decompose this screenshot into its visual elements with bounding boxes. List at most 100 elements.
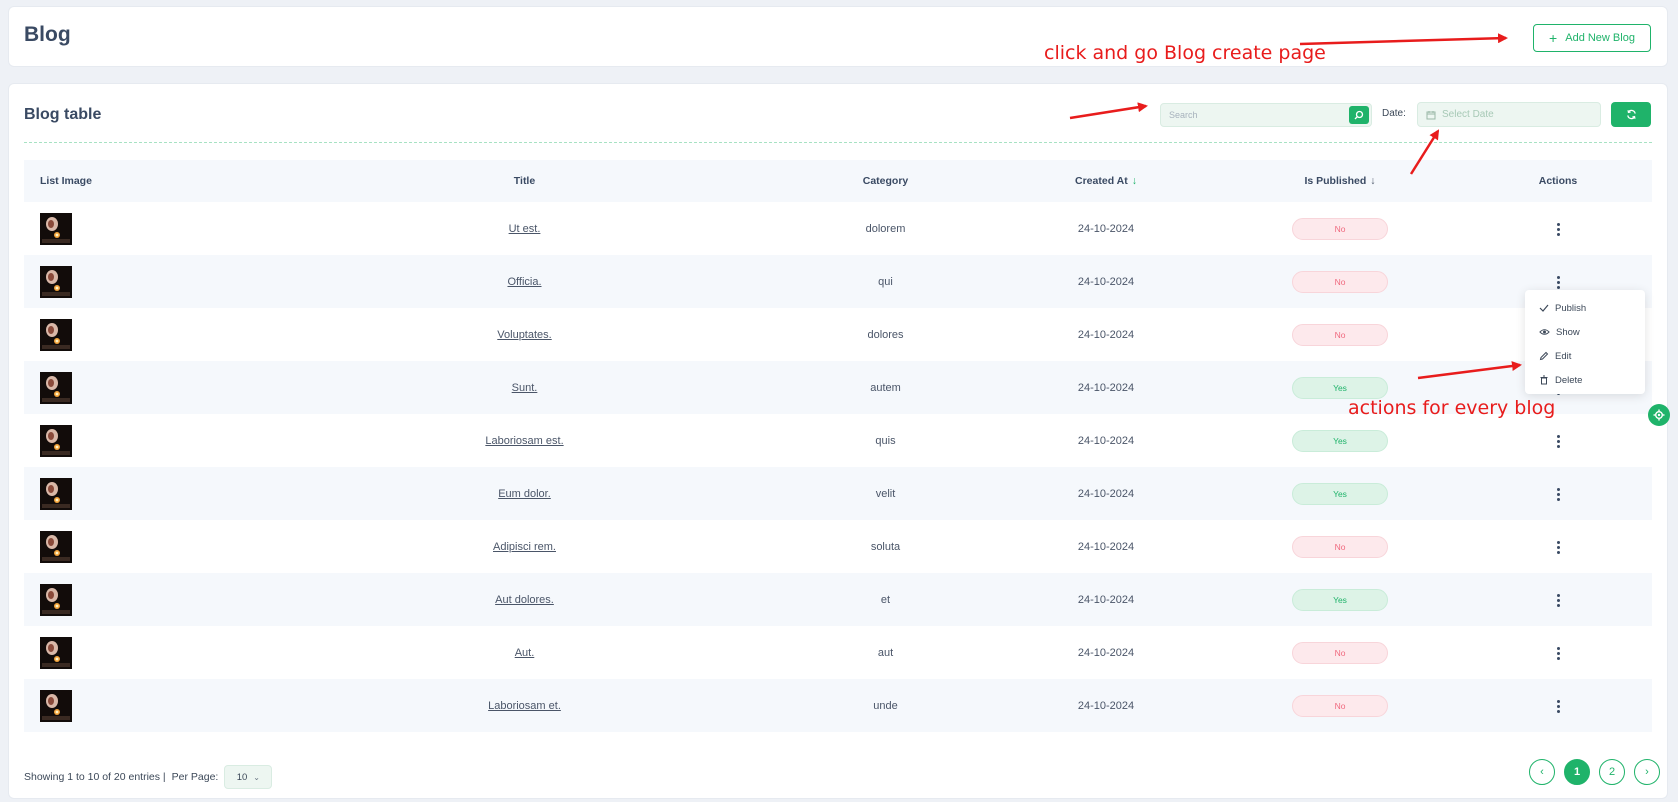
table-row: Officia. qui 24-10-2024 No <box>24 255 1652 308</box>
blog-title-link[interactable]: Laboriosam et. <box>488 700 561 712</box>
image-cell <box>24 361 274 414</box>
menu-item-publish[interactable]: Publish <box>1525 296 1645 320</box>
status-badge: Yes <box>1292 376 1388 399</box>
per-page-label: Per Page: <box>171 771 219 783</box>
published-cell: No <box>1216 308 1464 361</box>
image-cell <box>24 679 274 732</box>
blog-table-card: Blog table Date: <box>8 83 1668 799</box>
created-at-cell: 24-10-2024 <box>996 467 1216 520</box>
created-at-cell: 24-10-2024 <box>996 679 1216 732</box>
is-published-label: Is Published <box>1304 175 1367 187</box>
col-header-is-published[interactable]: Is Published ↓ <box>1216 160 1464 202</box>
page-button-2[interactable]: 2 <box>1599 759 1625 785</box>
blog-title-link[interactable]: Ut est. <box>509 223 541 235</box>
col-header-image: List Image <box>24 160 274 202</box>
published-cell: No <box>1216 520 1464 573</box>
table-row: Ut est. dolorem 24-10-2024 No <box>24 202 1652 255</box>
image-cell <box>24 308 274 361</box>
category-cell: velit <box>775 467 996 520</box>
check-icon <box>1539 304 1549 312</box>
menu-item-delete[interactable]: Delete <box>1525 368 1645 392</box>
published-cell: Yes <box>1216 573 1464 626</box>
refresh-button[interactable] <box>1611 102 1651 127</box>
table-row: Aut. aut 24-10-2024 No <box>24 626 1652 679</box>
calendar-icon <box>1426 110 1436 119</box>
category-cell: qui <box>775 255 996 308</box>
image-cell <box>24 467 274 520</box>
chevron-left-icon: ‹ <box>1540 766 1544 778</box>
category-cell: et <box>775 573 996 626</box>
category-cell: dolores <box>775 308 996 361</box>
table-row: Adipisci rem. soluta 24-10-2024 No <box>24 520 1652 573</box>
table-row: Voluptates. dolores 24-10-2024 No <box>24 308 1652 361</box>
created-at-cell: 24-10-2024 <box>996 573 1216 626</box>
blog-title-link[interactable]: Voluptates. <box>497 329 551 341</box>
title-cell: Sunt. <box>274 361 775 414</box>
per-page-select[interactable]: 10 ⌄ <box>224 765 273 789</box>
add-new-blog-button[interactable]: + Add New Blog <box>1533 24 1651 52</box>
plus-icon: + <box>1549 30 1558 46</box>
menu-item-label: Show <box>1556 326 1580 338</box>
eye-icon <box>1539 329 1550 335</box>
created-at-cell: 24-10-2024 <box>996 202 1216 255</box>
title-cell: Aut. <box>274 626 775 679</box>
next-page-button[interactable]: › <box>1634 759 1660 785</box>
title-cell: Ut est. <box>274 202 775 255</box>
sort-arrow-icon: ↓ <box>1131 175 1137 187</box>
row-actions-kebab-icon[interactable] <box>1551 590 1566 611</box>
row-actions-kebab-icon[interactable] <box>1551 484 1566 505</box>
table-title: Blog table <box>24 106 102 123</box>
category-cell: dolorem <box>775 202 996 255</box>
blog-thumbnail <box>40 371 72 404</box>
actions-cell <box>1464 679 1652 732</box>
created-at-cell: 24-10-2024 <box>996 308 1216 361</box>
blog-title-link[interactable]: Aut. <box>515 647 535 659</box>
page-button-1[interactable]: 1 <box>1564 759 1590 785</box>
blog-thumbnail <box>40 318 72 351</box>
sort-arrow-icon: ↓ <box>1370 175 1376 187</box>
actions-cell <box>1464 414 1652 467</box>
settings-fab[interactable] <box>1648 404 1670 426</box>
blog-title-link[interactable]: Eum dolor. <box>498 488 551 500</box>
table-row: Aut dolores. et 24-10-2024 Yes <box>24 573 1652 626</box>
blog-table: List Image Title Category Created At ↓ Is… <box>24 160 1652 732</box>
date-input[interactable] <box>1442 109 1592 120</box>
actions-cell <box>1464 573 1652 626</box>
col-header-created-at[interactable]: Created At ↓ <box>996 160 1216 202</box>
menu-item-show[interactable]: Show <box>1525 320 1645 344</box>
actions-cell <box>1464 467 1652 520</box>
blog-title-link[interactable]: Aut dolores. <box>495 594 554 606</box>
status-badge: No <box>1292 323 1388 346</box>
status-badge: Yes <box>1292 482 1388 505</box>
blog-title-link[interactable]: Sunt. <box>512 382 538 394</box>
row-actions-kebab-icon[interactable] <box>1551 537 1566 558</box>
date-label: Date: <box>1382 108 1406 119</box>
menu-item-label: Edit <box>1555 350 1572 362</box>
blog-thumbnail <box>40 424 72 457</box>
blog-thumbnail <box>40 477 72 510</box>
blog-thumbnail <box>40 265 72 298</box>
annotation-create: click and go Blog create page <box>1044 42 1326 64</box>
status-badge: No <box>1292 641 1388 664</box>
blog-thumbnail <box>40 583 72 616</box>
menu-item-edit[interactable]: Edit <box>1525 344 1645 368</box>
actions-cell <box>1464 520 1652 573</box>
published-cell: Yes <box>1216 414 1464 467</box>
per-page-value: 10 <box>236 771 248 783</box>
page-header: Blog + Add New Blog <box>8 6 1668 67</box>
search-input[interactable] <box>1161 104 1341 126</box>
row-actions-kebab-icon[interactable] <box>1551 219 1566 240</box>
row-actions-kebab-icon[interactable] <box>1551 643 1566 664</box>
search-button[interactable] <box>1349 106 1369 124</box>
status-badge: Yes <box>1292 429 1388 452</box>
blog-title-link[interactable]: Officia. <box>507 276 541 288</box>
blog-title-link[interactable]: Laboriosam est. <box>485 435 563 447</box>
title-cell: Adipisci rem. <box>274 520 775 573</box>
prev-page-button[interactable]: ‹ <box>1529 759 1555 785</box>
table-row: Eum dolor. velit 24-10-2024 Yes <box>24 467 1652 520</box>
blog-title-link[interactable]: Adipisci rem. <box>493 541 556 553</box>
row-actions-kebab-icon[interactable] <box>1551 696 1566 717</box>
col-header-category: Category <box>775 160 996 202</box>
date-picker[interactable] <box>1417 102 1601 127</box>
row-actions-kebab-icon[interactable] <box>1551 431 1566 452</box>
